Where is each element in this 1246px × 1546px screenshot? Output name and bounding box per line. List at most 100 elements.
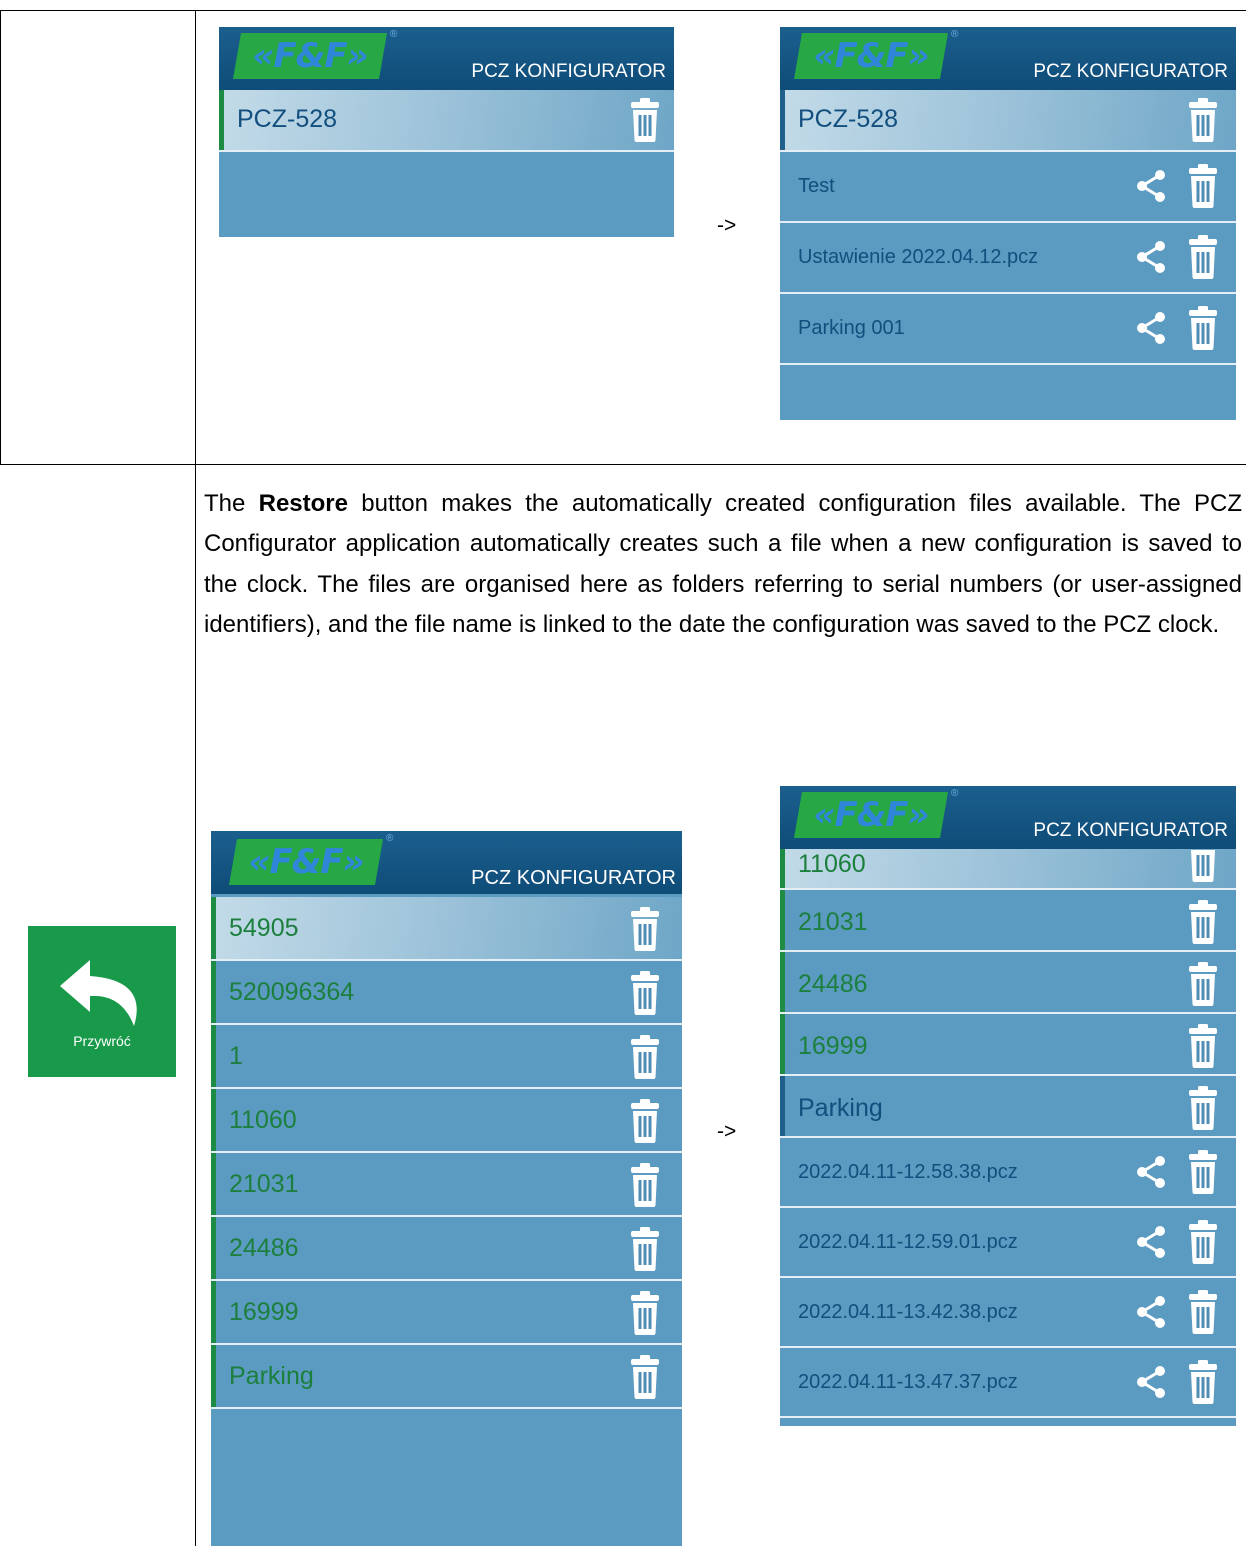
app-header: «F&F» ® PCZ KONFIGURATOR — [219, 27, 674, 90]
trash-icon[interactable] — [1188, 98, 1218, 142]
row-accent — [211, 1089, 216, 1151]
trash-icon[interactable] — [1188, 164, 1218, 208]
app-screen-initial: «F&F» ® PCZ KONFIGURATOR PCZ-528 — [219, 27, 674, 237]
description-text-rest: button makes the automatically created c… — [204, 490, 1242, 638]
share-icon[interactable] — [1134, 1225, 1168, 1259]
list-item-label: 11060 — [798, 850, 866, 878]
registered-mark: ® — [951, 29, 959, 40]
trash-icon[interactable] — [630, 1099, 660, 1143]
trash-icon[interactable] — [630, 971, 660, 1015]
list-item-label: 24486 — [798, 970, 868, 998]
list-item[interactable]: Parking — [211, 1345, 682, 1409]
trash-icon[interactable] — [630, 907, 660, 951]
trash-icon[interactable] — [630, 1355, 660, 1399]
row-accent — [211, 1025, 216, 1087]
trash-icon[interactable] — [1188, 1150, 1218, 1194]
arrow-label: -> — [717, 214, 737, 237]
trash-icon[interactable] — [1188, 1024, 1218, 1068]
arrow-label: -> — [717, 1120, 737, 1143]
list-item-label: 2022.04.11-12.59.01.pcz — [798, 1231, 1018, 1253]
list-item[interactable]: 2022.04.11-13.47.37.pcz — [780, 1348, 1236, 1418]
list-item[interactable]: 54905 — [211, 897, 682, 961]
list-item-label: 16999 — [798, 1032, 868, 1060]
app-title: PCZ KONFIGURATOR — [1033, 61, 1228, 82]
logo-text: «F&F» — [813, 36, 929, 76]
list-item[interactable]: 16999 — [211, 1281, 682, 1345]
share-icon[interactable] — [1134, 240, 1168, 274]
list-item-label: 2022.04.11-12.58.38.pcz — [798, 1161, 1018, 1183]
registered-mark: ® — [386, 833, 394, 844]
app-screen-folders: «F&F» ® PCZ KONFIGURATOR 54905 520096364… — [211, 831, 682, 1546]
app-header: «F&F» ® PCZ KONFIGURATOR — [211, 831, 682, 894]
trash-icon[interactable] — [1188, 962, 1218, 1006]
list-item[interactable]: 2022.04.11-12.59.01.pcz — [780, 1208, 1236, 1278]
restore-button-label: Przywróć — [73, 1033, 131, 1049]
row-accent — [211, 897, 216, 959]
list-item-label: 16999 — [229, 1298, 299, 1326]
undo-arrow-icon — [60, 960, 137, 1026]
trash-icon[interactable] — [1188, 1220, 1218, 1264]
restore-button[interactable]: Przywróć — [28, 926, 176, 1077]
list-item[interactable]: 11060 — [211, 1089, 682, 1153]
row-accent — [780, 890, 785, 950]
list-item[interactable]: 24486 — [780, 952, 1236, 1014]
row-accent — [780, 90, 785, 150]
list-item[interactable]: 16999 — [780, 1014, 1236, 1076]
app-header: «F&F» ® PCZ KONFIGURATOR — [780, 27, 1236, 90]
list-item[interactable]: 21031 — [211, 1153, 682, 1217]
list-item-label: Parking 001 — [798, 317, 905, 339]
list-item-label: Test — [798, 175, 835, 197]
list-item-label: Parking — [229, 1362, 314, 1390]
list-item-label: 21031 — [229, 1170, 299, 1198]
logo-text: «F&F» — [252, 36, 368, 76]
trash-icon[interactable] — [630, 1035, 660, 1079]
list-item[interactable]: Parking 001 — [780, 294, 1236, 365]
row-accent — [211, 961, 216, 1023]
row-accent — [211, 1281, 216, 1343]
list-item-label: 24486 — [229, 1234, 299, 1262]
trash-icon[interactable] — [630, 1227, 660, 1271]
list-item[interactable]: PCZ-528 — [219, 90, 674, 152]
trash-icon[interactable] — [1188, 900, 1218, 944]
share-icon[interactable] — [1134, 1295, 1168, 1329]
trash-icon[interactable] — [1188, 1086, 1218, 1130]
row-accent — [219, 90, 224, 150]
share-icon[interactable] — [1134, 1155, 1168, 1189]
list-item-label: Ustawienie 2022.04.12.pcz — [798, 246, 1039, 268]
row-accent — [780, 1014, 785, 1074]
trash-icon[interactable] — [630, 1291, 660, 1335]
list-item[interactable]: Test — [780, 152, 1236, 223]
list-item-label: 520096364 — [229, 978, 355, 1006]
list-item[interactable]: 2022.04.11-13.42.38.pcz — [780, 1278, 1236, 1348]
list-item-label: 1 — [229, 1042, 243, 1070]
app-title: PCZ KONFIGURATOR — [1033, 820, 1228, 841]
share-icon[interactable] — [1134, 311, 1168, 345]
app-title: PCZ KONFIGURATOR — [471, 61, 666, 82]
table-row-divider — [0, 464, 1246, 465]
restore-description: The Restore button makes the automatical… — [204, 484, 1242, 645]
table-top-border — [0, 10, 1246, 11]
share-icon[interactable] — [1134, 169, 1168, 203]
list-item[interactable]: Parking — [780, 1076, 1236, 1138]
list-item[interactable]: 2022.04.11-12.58.38.pcz — [780, 1138, 1236, 1208]
trash-icon[interactable] — [1188, 235, 1218, 279]
description-text-start: The — [204, 490, 259, 517]
trash-icon[interactable] — [1188, 1360, 1218, 1404]
list-item[interactable]: 520096364 — [211, 961, 682, 1025]
list-item-label: PCZ-528 — [237, 105, 338, 133]
list-item-label: 2022.04.11-13.47.37.pcz — [798, 1371, 1018, 1393]
row-accent — [780, 1076, 785, 1136]
list-item[interactable]: Ustawienie 2022.04.12.pcz — [780, 223, 1236, 294]
share-icon[interactable] — [1134, 1365, 1168, 1399]
list-item[interactable]: PCZ-528 — [780, 90, 1236, 152]
trash-icon[interactable] — [630, 1163, 660, 1207]
app-header: «F&F» ® PCZ KONFIGURATOR — [780, 786, 1236, 849]
trash-icon[interactable] — [630, 98, 660, 142]
list-item[interactable]: 21031 — [780, 890, 1236, 952]
restore-term: Restore — [258, 490, 348, 517]
list-item[interactable]: 1 — [211, 1025, 682, 1089]
trash-icon[interactable] — [1188, 306, 1218, 350]
trash-icon[interactable] — [1188, 1290, 1218, 1334]
list-item-label: 11060 — [229, 1106, 297, 1134]
list-item[interactable]: 24486 — [211, 1217, 682, 1281]
